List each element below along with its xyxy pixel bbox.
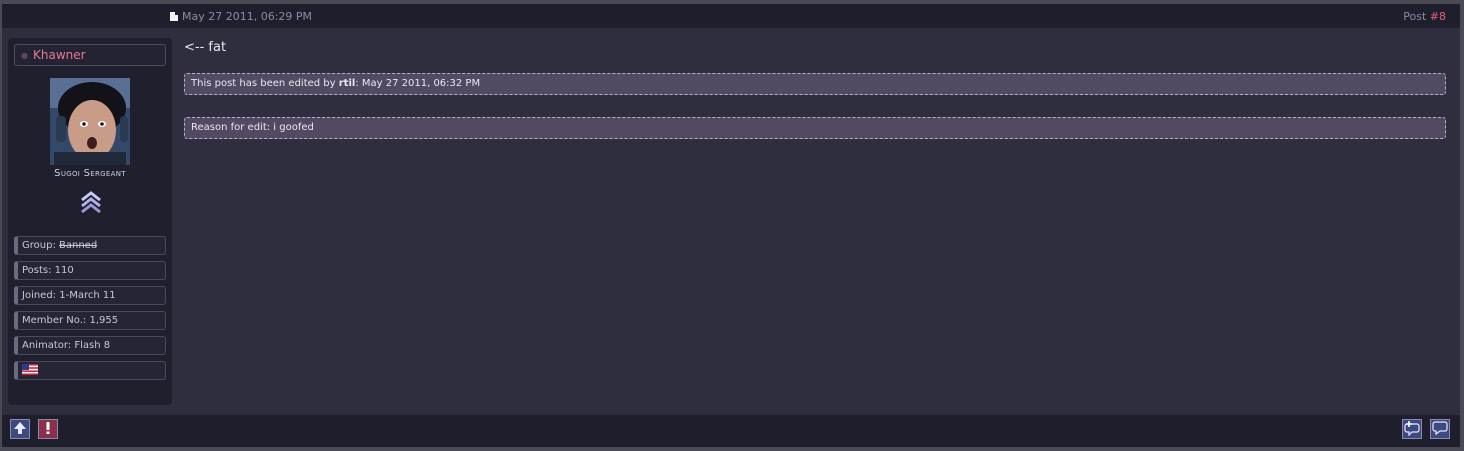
stat-group: Group: Banned: [14, 236, 166, 255]
rank-title: Sugoi Sergeant: [54, 168, 126, 179]
post-footer: [2, 415, 1460, 447]
post-number-link[interactable]: #8: [1430, 10, 1446, 23]
stat-country: [14, 361, 166, 380]
stat-custom-field: Animator: Flash 8: [14, 336, 166, 355]
post-header: May 27 2011, 06:29 PM Post #8: [2, 4, 1460, 28]
post-date-text: May 27 2011, 06:29 PM: [182, 10, 313, 23]
post-number-label: Post: [1403, 10, 1427, 23]
arrow-up-icon: [13, 421, 27, 438]
stat-member-no: Member No.: 1,955: [14, 311, 166, 330]
report-icon: [41, 421, 55, 438]
post-body-text: <-- fat: [184, 40, 227, 55]
quote-icon: [1432, 420, 1448, 439]
stat-joined: Joined: 1-March 11: [14, 286, 166, 305]
avatar: [50, 78, 130, 165]
report-button[interactable]: [38, 419, 58, 439]
document-icon: [170, 12, 178, 21]
forum-post: May 27 2011, 06:29 PM Post #8 ● Khawner: [2, 4, 1460, 447]
post-content: <-- fat This post has been edited by rti…: [184, 38, 1446, 139]
username[interactable]: Khawner: [33, 48, 86, 62]
back-to-top-button[interactable]: [10, 419, 30, 439]
group-value: Banned: [59, 240, 98, 251]
user-panel: ● Khawner Sugoi Sergeant Group: Banned P…: [8, 38, 172, 405]
group-label: Group:: [22, 240, 56, 251]
sergeant-rank-icon: [80, 190, 102, 216]
post-date: May 27 2011, 06:29 PM: [170, 10, 312, 23]
post-number[interactable]: Post #8: [1403, 10, 1446, 23]
multiquote-icon: [1404, 420, 1420, 439]
editor-name: rtil: [338, 78, 356, 89]
multiquote-button[interactable]: [1402, 419, 1422, 439]
us-flag-icon: [22, 363, 38, 375]
edit-notice: This post has been edited by rtil: May 2…: [184, 73, 1446, 95]
stat-posts: Posts: 110: [14, 261, 166, 280]
username-box[interactable]: ● Khawner: [14, 44, 166, 66]
quote-button[interactable]: [1430, 419, 1450, 439]
offline-status-icon: ●: [21, 50, 28, 60]
edit-date: : May 27 2011, 06:32 PM: [355, 78, 481, 89]
edit-prefix: This post has been edited by: [191, 78, 336, 89]
edit-reason: Reason for edit: i goofed: [184, 117, 1446, 139]
